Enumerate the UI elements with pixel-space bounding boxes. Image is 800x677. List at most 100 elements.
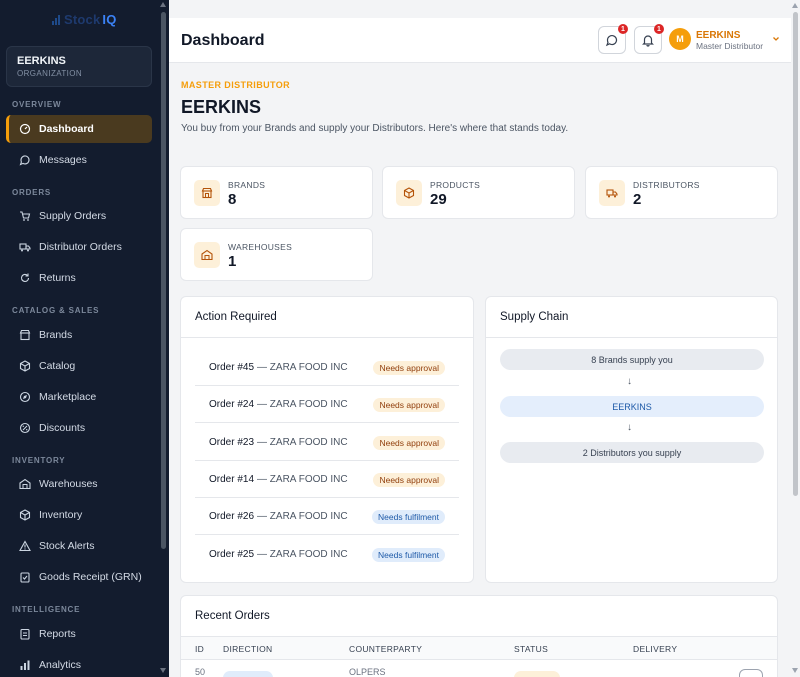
sidebar-item-brands[interactable]: Brands — [6, 321, 152, 349]
order-id: Order #25 — [209, 549, 255, 560]
table-cell-id: 50 — [195, 667, 206, 677]
top-header: Dashboard 1 1 M EERKINS Master Distribut… — [169, 18, 791, 63]
divider — [486, 337, 777, 338]
sidebar-item-label: Brands — [39, 329, 73, 341]
order-counterparty: — ZARA FOOD INC — [257, 361, 348, 373]
page-header-title: Dashboard — [181, 32, 265, 49]
gauge-icon — [19, 123, 31, 135]
sidebar-scroll-up[interactable] — [160, 2, 166, 7]
sidebar: Stock IQ EERKINS ORGANIZATION OVERVIEW Da… — [0, 0, 169, 677]
order-counterparty: — ZARA FOOD INC — [257, 436, 348, 448]
top-strip — [169, 0, 791, 18]
action-row[interactable]: Order #25 — ZARA FOOD INC Needs fulfilme… — [195, 536, 459, 573]
panel-title: Recent Orders — [195, 610, 270, 622]
action-row[interactable]: Order #26 — ZARA FOOD INC Needs fulfilme… — [195, 498, 459, 535]
logo-text: Stock — [64, 12, 101, 27]
sidebar-item-label: Catalog — [39, 360, 76, 372]
stat-label: WAREHOUSES — [228, 242, 293, 252]
direction-badge — [223, 671, 273, 677]
action-row[interactable]: Order #23 — ZARA FOOD INC Needs approval — [195, 424, 459, 461]
supply-chain-panel: Supply Chain 8 Brands supply you ↓ EERKI… — [485, 296, 778, 583]
status-badge: Needs approval — [373, 473, 445, 487]
sidebar-item-marketplace[interactable]: Marketplace — [6, 383, 152, 411]
stat-card-warehouses[interactable]: WAREHOUSES 1 — [180, 228, 373, 281]
sidebar-item-analytics[interactable]: Analytics — [6, 651, 152, 677]
status-badge: Needs fulfilment — [372, 510, 445, 524]
column-header-direction: DIRECTION — [223, 644, 273, 654]
avatar[interactable]: M — [669, 28, 691, 50]
order-counterparty: — ZARA FOOD INC — [257, 473, 348, 485]
divider — [181, 337, 473, 338]
compass-icon — [19, 391, 31, 403]
status-badge: Needs fulfilment — [372, 548, 445, 562]
sidebar-item-label: Returns — [39, 272, 76, 284]
action-row[interactable]: Order #24 — ZARA FOOD INC Needs approval — [195, 386, 459, 423]
stat-card-distributors[interactable]: DISTRIBUTORS 2 — [585, 166, 778, 219]
sidebar-item-inventory[interactable]: Inventory — [6, 501, 152, 529]
sidebar-scroll-down[interactable] — [160, 668, 166, 673]
sidebar-item-label: Discounts — [39, 422, 86, 434]
chain-downstream: 2 Distributors you supply — [500, 442, 764, 463]
stat-card-products[interactable]: PRODUCTS 29 — [382, 166, 575, 219]
sidebar-item-label: Warehouses — [39, 478, 98, 490]
recent-orders-panel: Recent Orders ID DIRECTION COUNTERPARTY … — [180, 595, 778, 677]
arrow-down-icon: ↓ — [627, 376, 632, 387]
stat-value: 29 — [430, 191, 447, 208]
section-orders: ORDERS — [12, 188, 52, 197]
action-row[interactable]: Order #45 — ZARA FOOD INC Needs approval — [195, 349, 459, 386]
page-scroll-down[interactable] — [792, 668, 798, 673]
clipboard-check-icon — [19, 571, 31, 583]
truck-icon — [19, 241, 31, 253]
sidebar-item-stock-alerts[interactable]: Stock Alerts — [6, 532, 152, 560]
chevron-down-icon[interactable] — [772, 35, 780, 43]
status-badge: Needs approval — [373, 436, 445, 450]
column-header-counterparty: COUNTERPARTY — [349, 644, 423, 654]
sidebar-item-discounts[interactable]: Discounts — [6, 414, 152, 442]
stat-label: BRANDS — [228, 180, 266, 190]
package-icon — [19, 509, 31, 521]
sidebar-item-label: Supply Orders — [39, 210, 107, 222]
table-cell-counterparty: OLPERS — [349, 667, 386, 677]
sidebar-item-label: Analytics — [39, 659, 82, 671]
notifications-button[interactable]: 1 — [634, 24, 664, 54]
sidebar-item-goods-receipt[interactable]: Goods Receipt (GRN) — [6, 563, 152, 591]
stat-label: DISTRIBUTORS — [633, 180, 700, 190]
panel-title: Action Required — [195, 311, 277, 323]
sidebar-item-warehouses[interactable]: Warehouses — [6, 470, 152, 498]
chat-bubble-icon — [605, 34, 618, 47]
box-icon — [19, 360, 31, 372]
org-label: ORGANIZATION — [17, 69, 83, 78]
action-row[interactable]: Order #14 — ZARA FOOD INC Needs approval — [195, 461, 459, 498]
sidebar-item-supply-orders[interactable]: Supply Orders — [6, 202, 152, 230]
stat-card-brands[interactable]: BRANDS 8 — [180, 166, 373, 219]
store-icon — [194, 180, 220, 206]
sidebar-item-returns[interactable]: Returns — [6, 264, 152, 292]
sidebar-item-catalog[interactable]: Catalog — [6, 352, 152, 380]
sidebar-item-distributor-orders[interactable]: Distributor Orders — [6, 233, 152, 261]
sidebar-item-reports[interactable]: Reports — [6, 620, 152, 648]
section-overview: OVERVIEW — [12, 100, 62, 109]
panel-title: Supply Chain — [500, 311, 569, 323]
section-catalog-sales: CATALOG & SALES — [12, 306, 100, 315]
page-scrollbar[interactable] — [793, 12, 798, 496]
action-required-panel: Action Required Order #45 — ZARA FOOD IN… — [180, 296, 474, 583]
messages-button[interactable]: 1 — [598, 24, 628, 54]
notifications-badge: 1 — [654, 24, 664, 34]
cart-icon — [19, 210, 31, 222]
sidebar-scrollbar[interactable] — [161, 12, 166, 549]
app-logo[interactable]: Stock IQ — [52, 12, 117, 27]
sidebar-item-messages[interactable]: Messages — [6, 146, 152, 174]
chain-self: EERKINS — [500, 396, 764, 417]
page-scroll-up[interactable] — [792, 3, 798, 8]
status-badge — [514, 671, 560, 677]
sidebar-item-dashboard[interactable]: Dashboard — [6, 115, 152, 143]
sidebar-item-label: Distributor Orders — [39, 241, 122, 253]
arrow-down-icon: ↓ — [627, 422, 632, 433]
organization-switcher[interactable]: EERKINS ORGANIZATION — [6, 46, 152, 87]
sidebar-item-label: Dashboard — [39, 123, 94, 135]
order-id: Order #24 — [209, 398, 255, 410]
sidebar-item-label: Goods Receipt (GRN) — [39, 571, 142, 583]
row-action-button[interactable] — [739, 669, 763, 677]
order-id: Order #45 — [209, 361, 255, 373]
user-name[interactable]: EERKINS — [696, 30, 740, 41]
